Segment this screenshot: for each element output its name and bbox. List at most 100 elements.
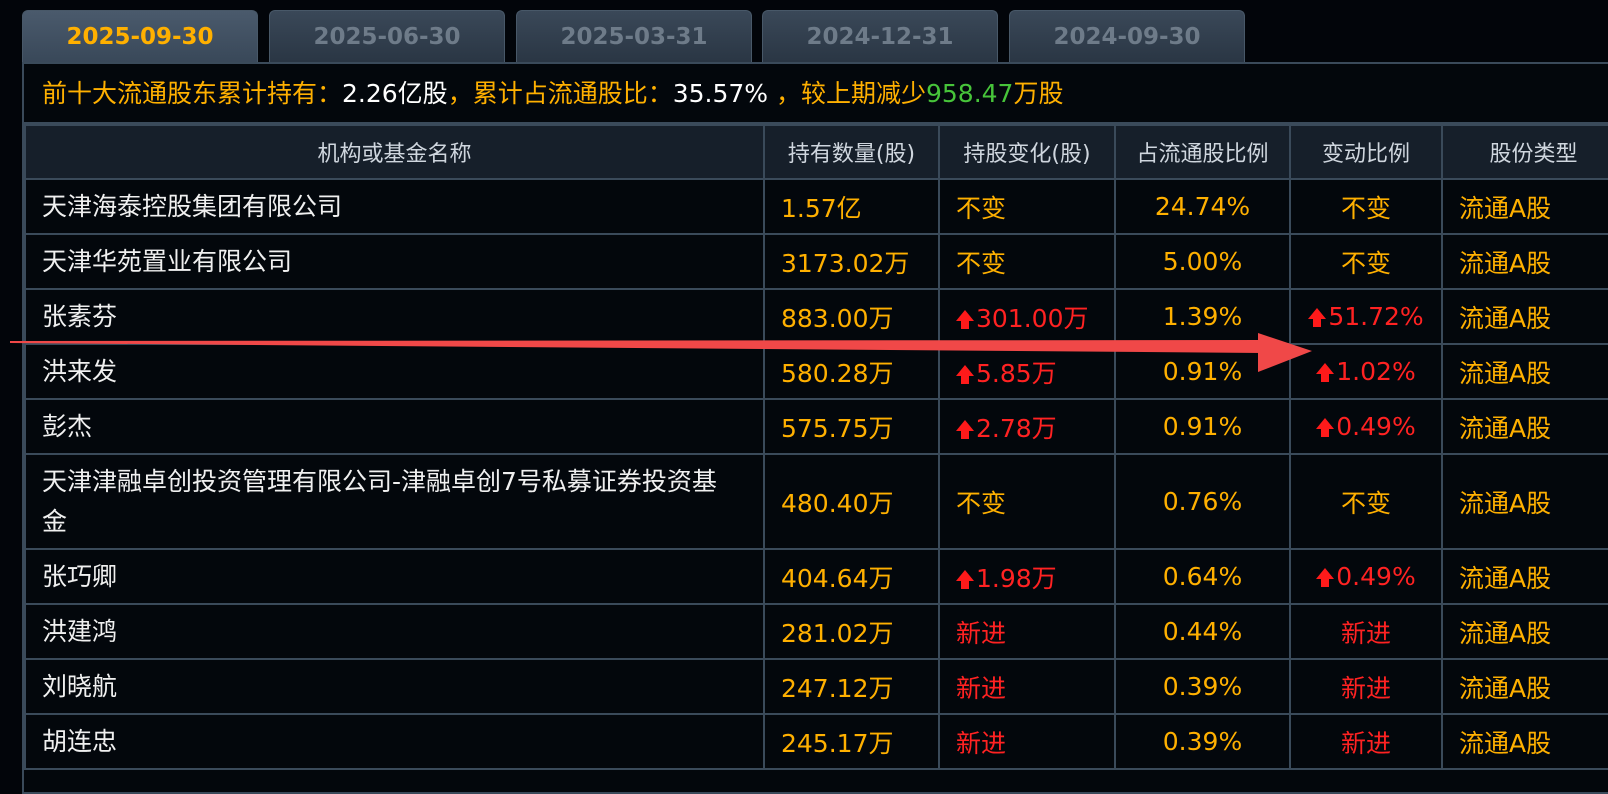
cell-qty: 247.12万	[763, 658, 940, 715]
cell-change-text: 新进	[956, 618, 1007, 648]
cell-name: 洪建鸿	[24, 603, 765, 660]
cell-change-text: 新进	[956, 728, 1007, 758]
cell-change-ratio-text: 不变	[1340, 488, 1391, 518]
header-name: 机构或基金名称	[24, 124, 765, 180]
cell-name-text: 张巧卿	[42, 561, 118, 591]
cell-name: 天津海泰控股集团有限公司	[24, 178, 765, 235]
table-header-row: 机构或基金名称 持有数量(股) 持股变化(股) 占流通股比例 变动比例 股份类型	[24, 124, 1608, 180]
cell-change: 不变	[938, 233, 1116, 290]
table-row[interactable]: 张巧卿 404.64万 1.98万 0.64% 0.49% 流通A股	[24, 548, 1608, 605]
cell-type: 流通A股	[1441, 658, 1608, 715]
table-body: 天津海泰控股集团有限公司 1.57亿 不变 24.74% 不变 流通A股 天津华苑置业有限公…	[24, 178, 1608, 770]
cell-change-text: 不变	[956, 488, 1007, 518]
cell-type: 流通A股	[1441, 398, 1608, 455]
cell-change: 新进	[938, 713, 1116, 770]
arrow-up-icon	[956, 569, 974, 589]
cell-name-text: 洪建鸿	[42, 616, 118, 646]
cell-change-text: 2.78万	[976, 413, 1057, 443]
cell-name-text: 天津海泰控股集团有限公司	[42, 191, 343, 221]
cell-qty: 883.00万	[763, 288, 940, 345]
cell-qty: 580.28万	[763, 343, 940, 400]
table-row[interactable]: 张素芬 883.00万 301.00万 1.39% 51.72% 流通A股	[24, 288, 1608, 345]
cell-change-text: 301.00万	[976, 303, 1089, 333]
table-row[interactable]: 天津华苑置业有限公司 3173.02万 不变 5.00% 不变 流通A股	[24, 233, 1608, 290]
cell-qty-text: 575.75万	[781, 413, 894, 443]
table-row[interactable]: 天津海泰控股集团有限公司 1.57亿 不变 24.74% 不变 流通A股	[24, 178, 1608, 235]
cell-change-ratio: 新进	[1289, 658, 1443, 715]
cell-qty: 1.57亿	[763, 178, 940, 235]
table-row[interactable]: 刘晓航 247.12万 新进 0.39% 新进 流通A股	[24, 658, 1608, 715]
tab-2024-09-30[interactable]: 2024-09-30	[1009, 10, 1245, 62]
cell-ratio-text: 1.39%	[1162, 302, 1243, 331]
cell-qty-text: 3173.02万	[781, 248, 910, 278]
cell-name: 张巧卿	[24, 548, 765, 605]
cell-type: 流通A股	[1441, 233, 1608, 290]
cell-name: 刘晓航	[24, 658, 765, 715]
cell-ratio: 5.00%	[1114, 233, 1291, 290]
cell-change-ratio-text: 1.02%	[1336, 357, 1416, 386]
cell-change-ratio: 1.02%	[1289, 343, 1443, 400]
table-row[interactable]: 天津津融卓创投资管理有限公司-津融卓创7号私募证券投资基金 480.40万 不变 0.…	[24, 453, 1608, 550]
cell-qty-text: 480.40万	[781, 488, 894, 518]
cell-ratio-text: 0.91%	[1162, 412, 1243, 441]
cell-ratio: 0.39%	[1114, 713, 1291, 770]
cell-ratio: 0.39%	[1114, 658, 1291, 715]
cell-change-ratio-text: 不变	[1340, 248, 1391, 278]
cell-name-text: 洪来发	[42, 356, 118, 386]
holders-table: 机构或基金名称 持有数量(股) 持股变化(股) 占流通股比例 变动比例 股份类型…	[24, 124, 1608, 770]
cell-qty: 404.64万	[763, 548, 940, 605]
cell-change-ratio-text: 0.49%	[1336, 412, 1416, 441]
cell-ratio: 0.91%	[1114, 398, 1291, 455]
cell-type-text: 流通A股	[1459, 358, 1552, 388]
cell-change-ratio-text: 新进	[1340, 618, 1391, 648]
cell-qty: 245.17万	[763, 713, 940, 770]
cell-type-text: 流通A股	[1459, 673, 1552, 703]
tab-2025-06-30[interactable]: 2025-06-30	[269, 10, 505, 62]
cell-ratio: 0.76%	[1114, 453, 1291, 550]
cell-type-text: 流通A股	[1459, 413, 1552, 443]
cell-qty: 480.40万	[763, 453, 940, 550]
summary-change-value: 958.47	[925, 79, 1014, 108]
cell-name: 胡连忠	[24, 713, 765, 770]
cell-name-text: 张素芬	[42, 301, 118, 331]
header-type: 股份类型	[1441, 124, 1608, 180]
cell-change: 不变	[938, 453, 1116, 550]
period-tabs: 2025-09-30 2025-06-30 2025-03-31 2024-12…	[22, 10, 1608, 62]
table-row[interactable]: 彭杰 575.75万 2.78万 0.91% 0.49% 流通A股	[24, 398, 1608, 455]
tab-2025-09-30[interactable]: 2025-09-30	[22, 10, 258, 62]
cell-ratio-text: 0.39%	[1162, 727, 1243, 756]
cell-change: 2.78万	[938, 398, 1116, 455]
cell-change-text: 不变	[956, 193, 1007, 223]
table-row[interactable]: 胡连忠 245.17万 新进 0.39% 新进 流通A股	[24, 713, 1608, 770]
cell-change-text: 1.98万	[976, 563, 1057, 593]
cell-qty-text: 883.00万	[781, 303, 894, 333]
tab-2025-03-31[interactable]: 2025-03-31	[516, 10, 752, 62]
cell-ratio: 0.64%	[1114, 548, 1291, 605]
table-row[interactable]: 洪来发 580.28万 5.85万 0.91% 1.02% 流通A股	[24, 343, 1608, 400]
table-row[interactable]: 洪建鸿 281.02万 新进 0.44% 新进 流通A股	[24, 603, 1608, 660]
cell-qty: 575.75万	[763, 398, 940, 455]
cell-change-ratio-text: 0.49%	[1336, 562, 1416, 591]
cell-change: 5.85万	[938, 343, 1116, 400]
cell-type: 流通A股	[1441, 288, 1608, 345]
cell-change-text: 不变	[956, 248, 1007, 278]
cell-name: 洪来发	[24, 343, 765, 400]
cell-ratio: 0.44%	[1114, 603, 1291, 660]
tab-2024-12-31[interactable]: 2024-12-31	[762, 10, 998, 62]
cell-change-text: 新进	[956, 673, 1007, 703]
cell-change: 1.98万	[938, 548, 1116, 605]
cell-name-text: 天津华苑置业有限公司	[42, 246, 293, 276]
cell-change-ratio: 新进	[1289, 713, 1443, 770]
cell-change-ratio-text: 不变	[1340, 193, 1391, 223]
cell-change-ratio: 不变	[1289, 178, 1443, 235]
cell-ratio-text: 0.39%	[1162, 672, 1243, 701]
cell-type-text: 流通A股	[1459, 303, 1552, 333]
cell-ratio: 0.91%	[1114, 343, 1291, 400]
summary-change-label: ，较上期减少	[768, 79, 926, 108]
cell-name: 张素芬	[24, 288, 765, 345]
cell-type-text: 流通A股	[1459, 488, 1552, 518]
cell-qty-text: 245.17万	[781, 728, 894, 758]
cell-change-ratio-text: 新进	[1340, 728, 1391, 758]
cell-ratio: 24.74%	[1114, 178, 1291, 235]
cell-ratio-text: 0.44%	[1162, 617, 1243, 646]
